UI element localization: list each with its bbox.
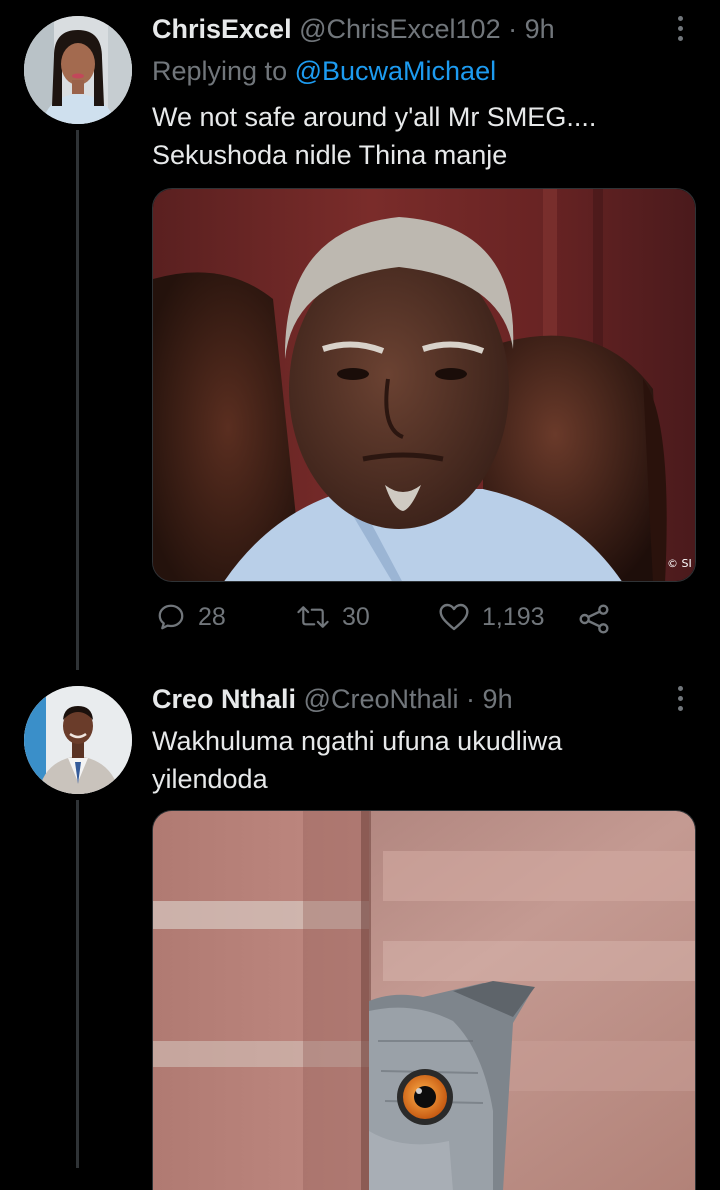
replying-prefix: Replying to: [152, 56, 295, 86]
retweet-icon: [297, 606, 329, 628]
timestamp[interactable]: 9h: [525, 14, 555, 44]
heart-icon: [439, 603, 469, 631]
tweet-text-line: yilendoda: [152, 764, 268, 794]
thread-line-1: [76, 130, 79, 670]
reply-count: 28: [198, 602, 226, 631]
tweet-text-line: We not safe around y'all Mr SMEG....: [152, 102, 597, 132]
display-name[interactable]: Creo Nthali: [152, 684, 296, 714]
share-button[interactable]: [578, 604, 610, 634]
separator-dot: ·: [508, 14, 518, 44]
like-button[interactable]: 1,193: [438, 602, 545, 632]
tweet-text-line: Wakhuluma ngathi ufuna ukudliwa: [152, 726, 563, 756]
avatar[interactable]: [24, 16, 132, 124]
replying-to: Replying to @BucwaMichael: [152, 54, 496, 88]
display-name[interactable]: ChrisExcel: [152, 14, 292, 44]
like-count: 1,193: [482, 602, 545, 631]
more-icon[interactable]: [664, 682, 696, 714]
tweet-text-line: Sekushoda nidle Thina manje: [152, 140, 508, 170]
share-icon: [579, 604, 609, 634]
image-watermark: © SI: [667, 557, 692, 570]
retweet-count: 30: [342, 602, 370, 631]
reply-icon: [158, 604, 184, 630]
tweet-text: Wakhuluma ngathi ufuna ukudliwa yilendod…: [152, 722, 692, 798]
retweet-button[interactable]: 30: [296, 602, 370, 632]
reply-button[interactable]: 28: [156, 602, 226, 632]
user-handle[interactable]: @CreoNthali: [304, 684, 459, 714]
tweet-header: ChrisExcel @ChrisExcel102 · 9h: [152, 12, 555, 46]
timestamp[interactable]: 9h: [483, 684, 513, 714]
tweet-text: We not safe around y'all Mr SMEG.... Sek…: [152, 98, 692, 174]
user-handle[interactable]: @ChrisExcel102: [299, 14, 501, 44]
avatar[interactable]: [24, 686, 132, 794]
more-icon[interactable]: [664, 12, 696, 44]
tweet-header: Creo Nthali @CreoNthali · 9h: [152, 682, 513, 716]
tweet-image[interactable]: [152, 810, 696, 1190]
mention-link[interactable]: @BucwaMichael: [295, 56, 497, 86]
thread-line-2: [76, 800, 79, 1168]
separator-dot: ·: [466, 684, 476, 714]
tweet-image[interactable]: © SI: [152, 188, 696, 582]
